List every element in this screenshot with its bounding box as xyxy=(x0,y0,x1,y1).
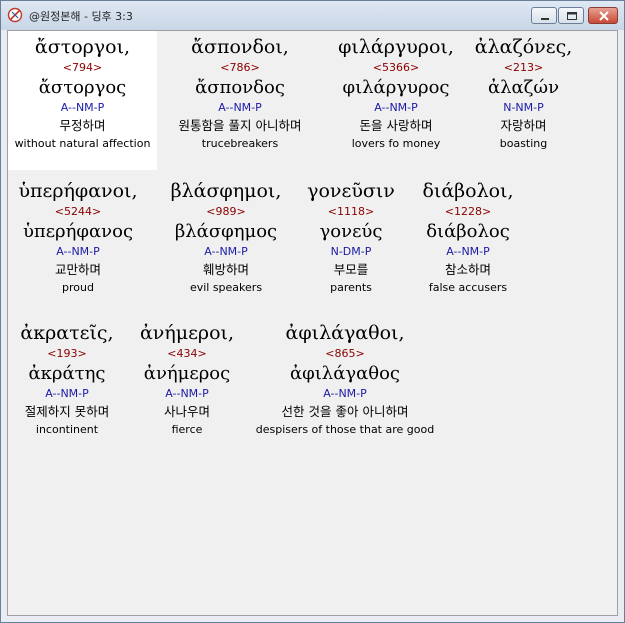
greek-lemma: ἀλαζών xyxy=(487,77,560,98)
korean-gloss: 참소하며 xyxy=(444,262,491,277)
close-button[interactable] xyxy=(588,7,618,24)
greek-word: ἀκρατεῖς, xyxy=(20,322,114,344)
word-block[interactable]: ὑπερήφανοι, <5244> ὑπερήφανος A--NM-P 교만… xyxy=(14,175,142,295)
korean-gloss: 무정하며 xyxy=(59,118,106,133)
greek-lemma: ἀφιλάγαθος xyxy=(289,363,401,384)
english-gloss: false accusers xyxy=(428,281,508,294)
english-gloss: incontinent xyxy=(35,423,99,436)
english-gloss: despisers of those that are good xyxy=(255,423,435,436)
strongs-number: <786> xyxy=(220,61,260,74)
greek-word: ὑπερήφανοι, xyxy=(18,180,138,202)
title-bar[interactable]: @원정본해 - 딩후 3:3 xyxy=(1,1,624,30)
greek-lemma: γονεύς xyxy=(319,221,383,242)
english-gloss: proud xyxy=(62,281,94,294)
greek-word: ἄσπονδοι, xyxy=(191,36,289,58)
english-gloss: evil speakers xyxy=(189,281,263,294)
parsing-code: A--NM-P xyxy=(323,387,367,400)
korean-gloss: 자랑하며 xyxy=(500,118,547,133)
parsing-code: N-NM-P xyxy=(503,101,544,114)
parsing-code: A--NM-P xyxy=(60,101,105,114)
korean-gloss: 원통함을 풀지 아니하며 xyxy=(178,118,302,133)
app-logo-icon xyxy=(7,7,23,23)
korean-gloss: 부모를 xyxy=(333,262,369,277)
word-block[interactable]: ἀλαζόνες, <213> ἀλαζών N-NM-P 자랑하며 boast… xyxy=(466,31,581,151)
maximize-button[interactable] xyxy=(558,7,584,24)
english-gloss: parents xyxy=(330,281,372,294)
strongs-number: <1228> xyxy=(444,205,492,218)
greek-lemma: ἀκράτης xyxy=(28,363,106,384)
greek-word: βλάσφημοι, xyxy=(170,180,282,202)
app-window: @원정본해 - 딩후 3:3 ἄστοργοι, <794> ἄστοργος … xyxy=(0,0,625,623)
greek-word: ἄστοργοι, xyxy=(34,36,131,58)
word-block[interactable]: ἄσπονδοι, <786> ἄσπονδος A--NM-P 원통함을 풀지… xyxy=(159,31,321,151)
korean-gloss: 교만하며 xyxy=(54,262,101,277)
korean-gloss: 사나우며 xyxy=(163,404,210,419)
strongs-number: <794> xyxy=(62,61,103,74)
greek-word: ἀνήμεροι, xyxy=(139,322,235,344)
strongs-number: <213> xyxy=(503,61,544,74)
word-block[interactable]: φιλάργυροι, <5366> φιλάργυρος A--NM-P 돈을… xyxy=(326,31,466,151)
greek-lemma: βλάσφημος xyxy=(174,221,278,242)
interlinear-panel: ἄστοργοι, <794> ἄστοργος A--NM-P 무정하며 wi… xyxy=(7,30,618,616)
word-block[interactable]: ἀκρατεῖς, <193> ἀκράτης A--NM-P 절제하지 못하며… xyxy=(8,317,126,437)
maximize-icon xyxy=(567,12,577,20)
parsing-code: N-DM-P xyxy=(330,245,372,258)
strongs-number: <193> xyxy=(47,347,87,360)
parsing-code: A--NM-P xyxy=(374,101,418,114)
parsing-code: A--NM-P xyxy=(45,387,89,400)
strongs-number: <434> xyxy=(167,347,207,360)
close-icon xyxy=(599,11,609,21)
korean-gloss: 훼방하며 xyxy=(202,262,249,277)
word-block[interactable]: ἄστοργοι, <794> ἄστοργος A--NM-P 무정하며 wi… xyxy=(8,31,157,170)
strongs-number: <5366> xyxy=(372,61,420,74)
greek-lemma: ὑπερήφανος xyxy=(22,221,134,242)
strongs-number: <865> xyxy=(325,347,365,360)
word-block[interactable]: βλάσφημοι, <989> βλάσφημος A--NM-P 훼방하며 … xyxy=(161,175,291,295)
strongs-number: <989> xyxy=(206,205,246,218)
english-gloss: lovers fo money xyxy=(351,137,441,150)
parsing-code: A--NM-P xyxy=(218,101,262,114)
english-gloss: trucebreakers xyxy=(201,137,279,150)
korean-gloss: 돈을 사랑하며 xyxy=(359,118,433,133)
greek-lemma: ἄσπονδος xyxy=(195,77,285,98)
strongs-number: <5244> xyxy=(54,205,102,218)
window-title: @원정본해 - 딩후 3:3 xyxy=(29,10,133,23)
english-gloss: boasting xyxy=(499,137,548,150)
parsing-code: A--NM-P xyxy=(446,245,490,258)
greek-word: γονεῦσιν xyxy=(307,180,395,202)
greek-word: ἀλαζόνες, xyxy=(474,36,573,58)
greek-word: φιλάργυροι, xyxy=(338,36,454,58)
strongs-number: <1118> xyxy=(327,205,375,218)
word-block[interactable]: ἀνήμεροι, <434> ἀνήμερος A--NM-P 사나우며 fi… xyxy=(132,317,242,437)
word-block[interactable]: διάβολοι, <1228> διάβολος A--NM-P 참소하며 f… xyxy=(413,175,523,295)
greek-lemma: φιλάργυρος xyxy=(342,77,450,98)
minimize-button[interactable] xyxy=(531,7,557,24)
parsing-code: A--NM-P xyxy=(165,387,209,400)
greek-lemma: διάβολος xyxy=(426,221,510,242)
minimize-icon xyxy=(541,18,549,20)
parsing-code: A--NM-P xyxy=(204,245,248,258)
parsing-code: A--NM-P xyxy=(56,245,100,258)
greek-word: ἀφιλάγαθοι, xyxy=(285,322,405,344)
greek-word: διάβολοι, xyxy=(422,180,514,202)
korean-gloss: 선한 것을 좋아 아니하며 xyxy=(281,404,409,419)
korean-gloss: 절제하지 못하며 xyxy=(24,404,110,419)
english-gloss: fierce xyxy=(171,423,203,436)
greek-lemma: ἄστοργος xyxy=(38,77,127,98)
english-gloss: without natural affection xyxy=(14,137,151,150)
word-block[interactable]: γονεῦσιν <1118> γονεύς N-DM-P 부모를 parent… xyxy=(297,175,405,295)
greek-lemma: ἀνήμερος xyxy=(143,363,231,384)
word-block[interactable]: ἀφιλάγαθοι, <865> ἀφιλάγαθος A--NM-P 선한 … xyxy=(249,317,441,437)
